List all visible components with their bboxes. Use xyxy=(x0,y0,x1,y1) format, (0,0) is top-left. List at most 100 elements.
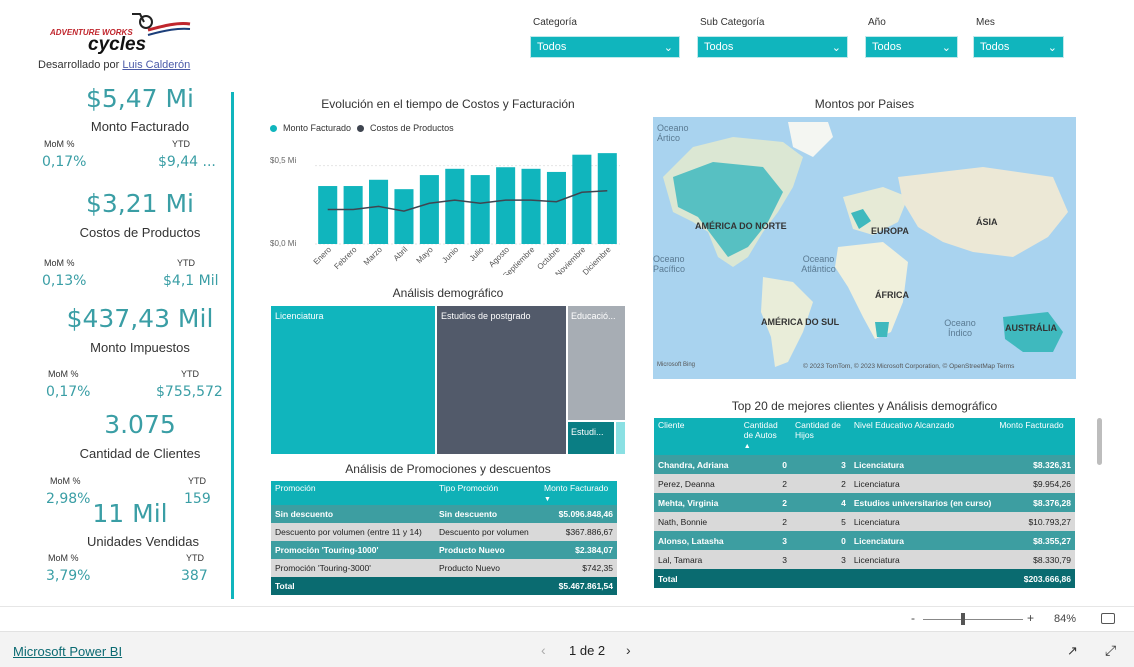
developer-link[interactable]: Luis Calderón xyxy=(122,59,190,71)
bar-julio[interactable] xyxy=(470,175,490,244)
treemap-tile-estudios[interactable]: Estudi... xyxy=(567,421,615,455)
table-row[interactable]: Chandra, Adriana 0 3 Licenciatura $8.326… xyxy=(654,455,1075,474)
slicer-label-categoria: Categoría xyxy=(533,17,577,28)
table-cell: 3 xyxy=(790,550,850,569)
bar-marzo[interactable] xyxy=(369,179,389,244)
bar-enero[interactable] xyxy=(318,186,338,244)
column-header[interactable]: Cantidad de Autos ▲ xyxy=(739,418,791,455)
legend-item: Costos de Productos xyxy=(370,123,454,133)
world-map-graphic xyxy=(663,122,1068,367)
power-bi-link[interactable]: Microsoft Power BI xyxy=(13,644,122,659)
next-page-icon[interactable]: › xyxy=(626,642,631,658)
treemap-tile-other[interactable] xyxy=(615,421,626,455)
zoom-slider[interactable] xyxy=(923,619,1023,620)
table-total-row: Total $203.666,86 xyxy=(654,569,1075,588)
column-header[interactable]: Monto Facturado ▼ xyxy=(540,481,617,505)
combo-chart-legend: Monto Facturado Costos de Productos xyxy=(270,123,454,133)
logo-line2: cycles xyxy=(88,34,147,55)
prev-page-icon[interactable]: ‹ xyxy=(541,642,546,658)
table-row[interactable]: Alonso, Latasha 3 0 Licenciatura $8.355,… xyxy=(654,531,1075,550)
table-cell xyxy=(739,569,791,588)
zoom-slider-handle[interactable] xyxy=(961,613,965,625)
table-cell: 2 xyxy=(790,474,850,493)
slicer-categoria[interactable]: Todos ⌄ xyxy=(530,36,680,58)
chevron-down-icon: ⌄ xyxy=(831,41,841,54)
kpi-unidades-value: 11 Mil xyxy=(92,499,168,528)
table-row[interactable]: Nath, Bonnie 2 5 Licenciatura $10.793,27 xyxy=(654,512,1075,531)
bar-noviembre[interactable] xyxy=(572,154,592,244)
bar-agosto[interactable] xyxy=(496,167,516,244)
kpi-clientes-label: Cantidad de Clientes xyxy=(79,446,201,461)
table-row[interactable]: Perez, Deanna 2 2 Licenciatura $9.954,26 xyxy=(654,474,1075,493)
column-header[interactable]: Promoción xyxy=(271,481,435,505)
treemap-tile-educacion[interactable]: Educació... xyxy=(567,305,626,421)
slicer-label-subcategoria: Sub Categoría xyxy=(700,17,765,28)
treemap-tile-postgrado[interactable]: Estudios de postgrado xyxy=(436,305,567,455)
table-row[interactable]: Sin descuento Sin descuento $5.096.848,4… xyxy=(271,505,617,523)
table-row[interactable]: Promoción 'Touring-1000' Producto Nuevo … xyxy=(271,541,617,559)
bar-septiembre[interactable] xyxy=(521,168,541,244)
bing-logo: Microsoft Bing xyxy=(657,362,696,368)
table-cell: Promoción 'Touring-3000' xyxy=(271,559,435,577)
bar-octubre[interactable] xyxy=(546,171,566,244)
kpi-mom-label: MoM % xyxy=(44,258,75,268)
fit-to-page-icon[interactable] xyxy=(1101,613,1115,624)
bar-mayo[interactable] xyxy=(419,175,439,244)
combo-chart: Enero Febrero Marzo Abril Mayo Junio Julio Agos… xyxy=(312,153,620,275)
zoom-level: 84% xyxy=(1054,613,1077,625)
table-cell: Mehta, Virginia xyxy=(654,493,740,512)
tile-label: Estudi... xyxy=(571,427,604,437)
zoom-out-button[interactable]: - xyxy=(911,611,915,625)
map-copyright[interactable]: © 2023 TomTom, © 2023 Microsoft Corporat… xyxy=(803,363,1014,370)
kpi-mom-label: MoM % xyxy=(48,369,79,379)
kpi-mom-value: 3,79% xyxy=(46,568,91,584)
map-title: Montos por Paises xyxy=(814,97,915,111)
table-cell: 2 xyxy=(739,493,791,512)
table-cell: Licenciatura xyxy=(849,455,996,474)
slicer-ano[interactable]: Todos ⌄ xyxy=(865,36,958,58)
table-cell: Producto Nuevo xyxy=(435,559,540,577)
table-total-row: Total $5.467.861,54 xyxy=(271,577,617,595)
bar-febrero[interactable] xyxy=(343,186,363,244)
column-header[interactable]: Nivel Educativo Alcanzado xyxy=(849,418,996,455)
kpi-ytd-label: YTD xyxy=(172,139,190,149)
table-cell: 3 xyxy=(790,455,850,474)
table-cell: $8.355,27 xyxy=(995,531,1075,550)
treemap-tile-licenciatura[interactable]: Licenciatura xyxy=(270,305,436,455)
table-scrollbar[interactable] xyxy=(1097,418,1102,465)
combo-chart-title: Evolución en el tiempo de Costos y Factu… xyxy=(321,97,575,111)
developer-credit: Desarrollado por Luis Calderón xyxy=(38,59,190,71)
tile-label: Educació... xyxy=(571,311,616,321)
table-cell: $203.666,86 xyxy=(995,569,1075,588)
column-header[interactable]: Cliente xyxy=(654,418,740,455)
slicer-mes[interactable]: Todos ⌄ xyxy=(973,36,1064,58)
table-row[interactable]: Lal, Tamara 3 3 Licenciatura $8.330,79 xyxy=(654,550,1075,569)
table-row[interactable]: Promoción 'Touring-3000' Producto Nuevo … xyxy=(271,559,617,577)
fullscreen-icon[interactable]: ⤢ xyxy=(1105,642,1116,659)
x-tick-label: Enero xyxy=(312,245,334,267)
column-header[interactable]: Cantidad de Hijos xyxy=(790,418,850,455)
bar-junio[interactable] xyxy=(445,168,465,244)
bar-abril[interactable] xyxy=(394,189,414,244)
column-header[interactable]: Tipo Promoción xyxy=(435,481,540,505)
slicer-subcategoria[interactable]: Todos ⌄ xyxy=(697,36,848,58)
x-tick-label: Abril xyxy=(392,245,410,263)
map-label: AMÉRICA DO NORTE xyxy=(695,221,787,231)
table-row[interactable]: Descuento por volumen (entre 11 y 14) De… xyxy=(271,523,617,541)
bar-diciembre[interactable] xyxy=(597,153,617,244)
map-label: AUSTRÁLIA xyxy=(1005,323,1057,333)
table-cell: 4 xyxy=(790,493,850,512)
table-row[interactable]: Mehta, Virginia 2 4 Estudios universitar… xyxy=(654,493,1075,512)
world-map[interactable]: Oceano Ártico AMÉRICA DO NORTE EUROPA ÁS… xyxy=(653,117,1076,379)
x-tick-label: Agosto xyxy=(487,245,511,269)
column-header[interactable]: Monto Facturado xyxy=(995,418,1075,455)
table-cell: Producto Nuevo xyxy=(435,541,540,559)
table-cell: $8.376,28 xyxy=(995,493,1075,512)
zoom-in-button[interactable]: + xyxy=(1027,611,1034,625)
kpi-ytd-value: $755,572 xyxy=(156,384,223,400)
table-cell xyxy=(849,569,996,588)
share-icon[interactable]: ↗ xyxy=(1067,643,1078,659)
legend-item: Monto Facturado xyxy=(283,123,352,133)
kpi-monto-facturado-label: Monto Facturado xyxy=(90,119,190,134)
kpi-mom-label: MoM % xyxy=(44,139,75,149)
